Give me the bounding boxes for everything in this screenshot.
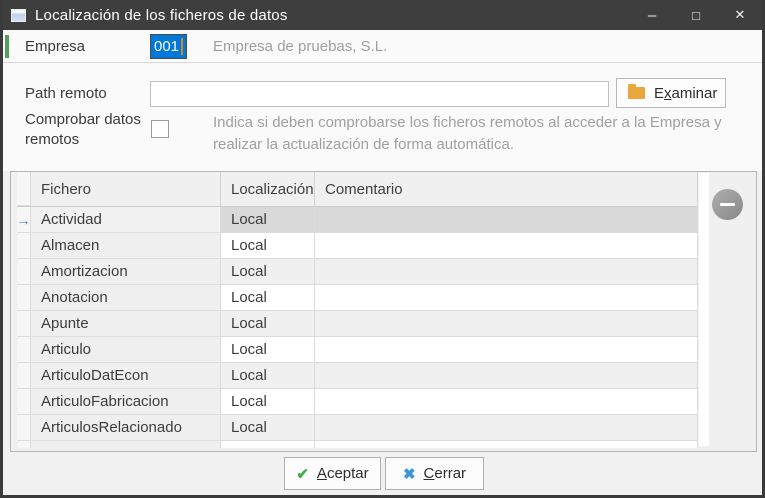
cell-fichero[interactable]: Apunte [31,311,221,337]
comprobar-checkbox[interactable] [151,120,169,138]
cell-comentario[interactable] [315,311,698,337]
table-row[interactable]: ArticuloLocal [17,337,698,363]
row-indicator [17,233,31,259]
examinar-label: Examinar [654,85,717,102]
cell-fichero[interactable]: Amortizacion [31,259,221,285]
table-row[interactable]: →ActividadLocal [17,207,698,233]
folder-icon [628,87,645,99]
window-title: Localización de los ficheros de datos [35,7,288,24]
dialog-window: Localización de los ficheros de datos – … [0,0,765,498]
cerrar-label: Cerrar [424,465,467,482]
cell-fichero[interactable]: Articulo [31,337,221,363]
cell-localizacion[interactable]: Local [221,389,315,415]
cell-comentario[interactable] [315,337,698,363]
vertical-scrollbar[interactable] [699,173,709,446]
table-row[interactable]: ArticulosRelacionadoLocal [17,415,698,441]
row-indicator: → [17,207,31,233]
cerrar-button[interactable]: ✖ Cerrar [385,457,484,490]
cell-fichero[interactable]: Actividad [31,207,221,233]
table-row[interactable]: AlmacenLocal [17,233,698,259]
examinar-button[interactable]: Examinar [616,78,726,108]
row-indicator [17,259,31,285]
files-table-container: Fichero Localización Comentario →Activid… [10,171,757,452]
cell-localizacion[interactable]: Local [221,233,315,259]
minus-circle-icon[interactable] [712,189,743,220]
cell-localizacion[interactable]: Local [221,285,315,311]
file-table-body: →ActividadLocalAlmacenLocalAmortizacionL… [17,207,698,441]
cell-localizacion[interactable]: Local [221,337,315,363]
empresa-label: Empresa [25,30,85,63]
app-icon [11,9,26,22]
cell-fichero[interactable]: ArticuloFabricacion [31,389,221,415]
check-icon: ✔ [296,465,309,483]
empresa-row: Empresa 001 Empresa de pruebas, S.L. [3,30,762,63]
cell-fichero[interactable]: Anotacion [31,285,221,311]
table-row[interactable]: ArticuloFabricacionLocal [17,389,698,415]
accent-bar [5,35,9,58]
table-row[interactable]: AmortizacionLocal [17,259,698,285]
aceptar-label: Aceptar [317,465,369,482]
maximize-button[interactable]: □ [674,0,718,30]
window-controls: – □ ✕ [630,0,762,30]
empresa-code-value: 001 [154,38,179,55]
cell-fichero[interactable]: ArticuloDatEcon [31,363,221,389]
path-remoto-label: Path remoto [25,81,107,107]
cell-comentario[interactable] [315,415,698,441]
header-indicator [17,172,31,206]
cell-fichero[interactable]: ArticulosRelacionado [31,415,221,441]
cross-icon: ✖ [403,465,416,483]
cell-localizacion[interactable]: Local [221,415,315,441]
empresa-code-input[interactable]: 001 [150,34,187,59]
cell-localizacion[interactable]: Local [221,363,315,389]
cell-fichero[interactable]: Almacen [31,233,221,259]
comprobar-description: Indica si deben comprobarse los ficheros… [213,112,745,156]
cell-comentario[interactable] [315,207,698,233]
table-row[interactable]: AnotacionLocal [17,285,698,311]
comprobar-label: Comprobar datos remotos [25,110,157,150]
row-indicator [17,389,31,415]
minimize-button[interactable]: – [630,0,674,30]
cell-comentario[interactable] [315,389,698,415]
cell-comentario[interactable] [315,363,698,389]
cell-comentario[interactable] [315,285,698,311]
files-grid: Fichero Localización Comentario →Activid… [17,172,698,448]
cell-localizacion[interactable]: Local [221,207,315,233]
row-indicator [17,415,31,441]
table-row[interactable]: ArticuloDatEconLocal [17,363,698,389]
header-localizacion[interactable]: Localización [221,172,315,206]
empresa-name-text: Empresa de pruebas, S.L. [213,30,387,63]
titlebar: Localización de los ficheros de datos – … [3,0,762,30]
row-indicator [17,337,31,363]
partial-row [17,441,698,448]
cell-localizacion[interactable]: Local [221,259,315,285]
header-comentario[interactable]: Comentario [315,172,698,206]
current-row-arrow-icon: → [17,213,31,227]
row-indicator [17,311,31,337]
header-fichero[interactable]: Fichero [31,172,221,206]
text-caret [181,38,183,55]
remote-settings-section: Path remoto Examinar Comprobar datos rem… [3,64,762,171]
path-remoto-input[interactable] [150,81,609,107]
aceptar-button[interactable]: ✔ Aceptar [284,457,381,490]
cell-comentario[interactable] [315,259,698,285]
close-button[interactable]: ✕ [718,0,762,30]
table-row[interactable]: ApunteLocal [17,311,698,337]
cell-comentario[interactable] [315,233,698,259]
table-header-row: Fichero Localización Comentario [17,172,698,207]
row-indicator [17,285,31,311]
cell-localizacion[interactable]: Local [221,311,315,337]
row-indicator [17,363,31,389]
